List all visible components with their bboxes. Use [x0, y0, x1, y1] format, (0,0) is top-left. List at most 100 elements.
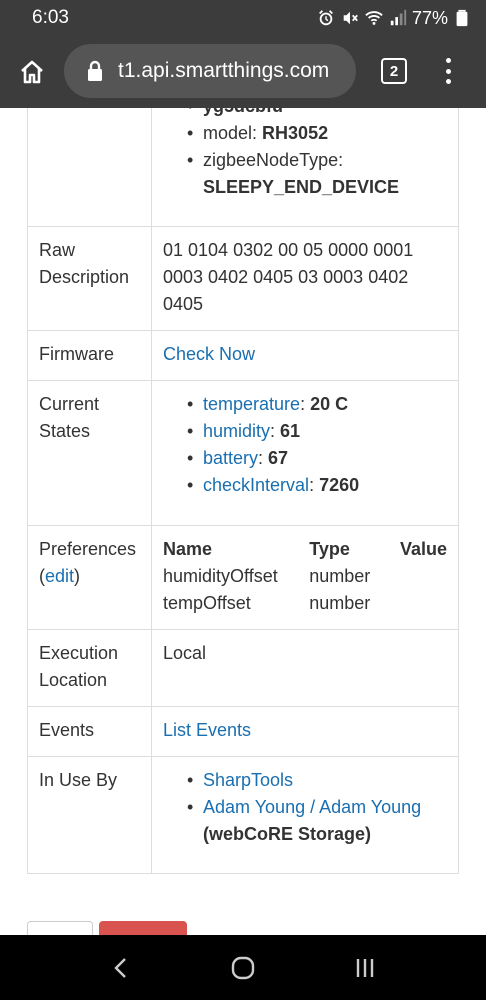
table-row-raw-description: Raw Description 01 0104 0302 00 05 0000 … [27, 226, 459, 331]
pref-name: tempOffset [163, 593, 251, 613]
table-row: tempOffset number [163, 590, 447, 617]
data-value: RH3052 [262, 123, 329, 143]
list-item: humidity: 61 [187, 418, 447, 445]
row-label: Preferences (edit) [27, 525, 152, 630]
battery-icon [452, 8, 472, 28]
device-info-table: yg5dcbfu x model: RH3052 zigbeeNodeType:… [27, 108, 459, 874]
row-value: SharpTools Adam Young / Adam Young (webC… [151, 756, 459, 874]
pref-type: number [309, 566, 371, 586]
row-value: Check Now [151, 330, 459, 381]
current-states-list: temperature: 20 C humidity: 61 battery: … [163, 391, 447, 499]
browser-toolbar: t1.api.smartthings.com 2 [0, 36, 486, 108]
table-row-execution-location: Execution Location Local [27, 629, 459, 707]
edit-preferences-link[interactable]: edit [45, 566, 74, 586]
device-data-value: yg5dcbfu [203, 108, 283, 116]
row-label: Firmware [27, 330, 152, 381]
cancel-button[interactable] [27, 921, 93, 935]
data-value: SLEEPY_END_DEVICE [203, 177, 400, 197]
table-row-current-states: Current States temperature: 20 C humidit… [27, 380, 459, 526]
delete-button[interactable] [99, 921, 187, 935]
back-icon [114, 957, 126, 978]
list-item: temperature: 20 C [187, 391, 447, 418]
list-events-link[interactable]: List Events [163, 720, 251, 740]
data-key: zigbeeNodeType [203, 150, 339, 170]
state-value: 7260 [319, 475, 360, 495]
lock-icon [88, 60, 102, 81]
column-header-type: Type [309, 539, 350, 559]
battery-percent: 77% [411, 7, 448, 28]
row-value: Name Type Value humidityOffset number te… [151, 525, 459, 630]
preferences-header-row: Name Type Value [163, 536, 447, 563]
table-row: humidityOffset number [163, 563, 447, 590]
menu-dot-icon [445, 68, 451, 74]
home-button[interactable] [0, 36, 64, 108]
column-header-name: Name [163, 539, 213, 559]
check-now-link[interactable]: Check Now [163, 344, 255, 364]
list-item: yg5dcbfu [187, 108, 447, 120]
table-row-firmware: Firmware Check Now [27, 330, 459, 381]
sharptools-link[interactable]: SharpTools [203, 770, 293, 790]
column-header-value: Value [399, 539, 447, 559]
page-content: yg5dcbfu x model: RH3052 zigbeeNodeType:… [0, 108, 486, 935]
state-link[interactable]: checkInterval [203, 475, 309, 495]
pref-value [387, 590, 447, 617]
preferences-table: Name Type Value humidityOffset number te… [163, 536, 447, 617]
list-item: zigbeeNodeType:SLEEPY_END_DEVICE [187, 147, 447, 201]
state-value: 20 C [310, 394, 349, 414]
status-icons: 77% [316, 8, 472, 29]
address-bar[interactable]: t1.api.smartthings.com [64, 44, 356, 98]
row-label: Execution Location [27, 629, 152, 707]
recents-button[interactable] [345, 948, 385, 988]
alarm-icon [316, 8, 336, 28]
back-button[interactable] [101, 948, 141, 988]
recents-icon [356, 958, 374, 977]
state-value: 61 [280, 421, 301, 441]
url-text: t1.api.smartthings.com [118, 59, 330, 82]
table-row-preferences: Preferences (edit) Name Type Value humidi… [27, 525, 459, 630]
signal-icon [388, 8, 408, 28]
menu-dot-icon [445, 79, 451, 84]
row-label: Events [27, 706, 152, 757]
list-item: SharpTools [187, 767, 447, 794]
status-time: 6:03 [32, 7, 69, 28]
pref-type: number [309, 593, 371, 613]
row-value: temperature: 20 C humidity: 61 battery: … [151, 380, 459, 526]
state-value: 67 [268, 448, 289, 468]
raw-description-value: 01 0104 0302 00 05 0000 0001 0003 0402 0… [151, 226, 459, 331]
table-row-events: Events List Events [27, 706, 459, 757]
row-value: yg5dcbfu x model: RH3052 zigbeeNodeType:… [151, 108, 459, 227]
app-type: (webCoRE Storage) [203, 824, 372, 844]
wifi-icon [364, 8, 384, 28]
table-row-in-use-by: In Use By SharpTools Adam Young / Adam Y… [27, 756, 459, 874]
mute-icon [340, 8, 360, 28]
in-use-by-list: SharpTools Adam Young / Adam Young (webC… [163, 767, 447, 848]
list-item: checkInterval: 7260 [187, 472, 447, 499]
pref-name: humidityOffset [163, 566, 278, 586]
row-value: List Events [151, 706, 459, 757]
row-label [27, 108, 152, 227]
menu-dot-icon [445, 58, 451, 63]
preferences-label: Preferences [39, 539, 137, 559]
row-label: Raw Description [27, 226, 152, 331]
tab-switcher-button[interactable]: 2 [381, 58, 407, 84]
overflow-menu-button[interactable] [436, 56, 460, 86]
state-link[interactable]: battery [203, 448, 258, 468]
home-circle-icon [231, 956, 255, 979]
list-item: model: RH3052 [187, 120, 447, 147]
home-icon [21, 60, 43, 84]
navigation-bar [0, 935, 486, 1000]
pref-value [387, 563, 447, 590]
execution-location-value: Local [151, 629, 459, 707]
table-row-data: yg5dcbfu x model: RH3052 zigbeeNodeType:… [27, 108, 459, 227]
home-nav-button[interactable] [223, 948, 263, 988]
list-item: battery: 67 [187, 445, 447, 472]
state-link[interactable]: humidity [203, 421, 270, 441]
status-bar: 6:03 77% [0, 0, 486, 36]
state-link[interactable]: temperature [203, 394, 300, 414]
data-key: model [203, 123, 253, 143]
tab-count: 2 [389, 62, 399, 80]
row-label: Current States [27, 380, 152, 526]
webcore-link[interactable]: Adam Young / Adam Young [203, 797, 421, 817]
list-item: Adam Young / Adam Young (webCoRE Storage… [187, 794, 447, 848]
row-label: In Use By [27, 756, 152, 874]
